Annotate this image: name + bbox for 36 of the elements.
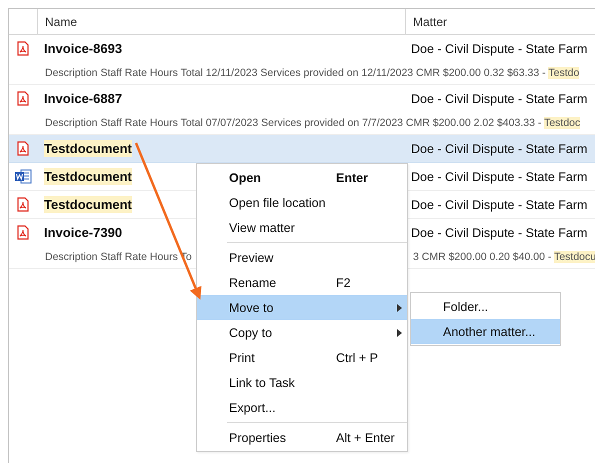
file-description: Description Staff Rate Hours Total 12/11/2023 Services provided on 12/11/2023 CMR $200.00 0.32 $63.33 - Testdo	[45, 67, 580, 79]
file-name: Invoice-6887	[44, 90, 122, 107]
file-name: Testdocument	[44, 140, 132, 157]
menu-item[interactable]: Rename F2	[197, 270, 407, 295]
pdf-file-icon	[17, 91, 29, 106]
pdf-file-icon	[17, 41, 29, 56]
menu-item[interactable]: Open Enter	[197, 165, 407, 190]
pdf-file-icon	[17, 197, 29, 212]
matter-name: Doe - Civil Dispute - State Farm	[410, 226, 588, 240]
menu-item[interactable]: View matter	[197, 215, 407, 240]
submenu-item[interactable]: Another matter...	[411, 319, 560, 344]
pdf-file-icon	[17, 141, 29, 156]
file-description: Description Staff Rate Hours Total 07/07/2023 Services provided on 7/7/2023 CMR $200.00 2.02 $403.33 - Testdoc	[45, 117, 580, 129]
word-file-icon	[14, 169, 32, 184]
menu-item[interactable]: Move to	[197, 295, 407, 320]
matter-name: Doe - Civil Dispute - State Farm	[410, 42, 588, 56]
matter-name: Doe - Civil Dispute - State Farm	[410, 92, 588, 106]
matter-name: Doe - Civil Dispute - State Farm	[410, 170, 588, 184]
selected-file-row[interactable]: Testdocument Doe - Civil Dispute - State Farm	[9, 135, 595, 163]
menu-item[interactable]: Export...	[197, 395, 407, 420]
file-name: Invoice-8693	[44, 40, 122, 57]
menu-item[interactable]: Copy to	[197, 320, 407, 345]
menu-item[interactable]: Preview	[197, 245, 407, 270]
pdf-file-icon	[17, 225, 29, 240]
menu-item[interactable]: Open file location	[197, 190, 407, 215]
column-header[interactable]: Name	[37, 9, 405, 34]
file-name: Testdocument	[44, 196, 132, 213]
matter-name: Doe - Civil Dispute - State Farm	[410, 142, 588, 156]
menu-item[interactable]: Link to Task	[197, 370, 407, 395]
file-name: Testdocument	[44, 168, 132, 185]
menu-item[interactable]: Properties Alt + Enter	[197, 425, 407, 450]
submenu-item[interactable]: Folder...	[411, 294, 560, 319]
matter-name: Doe - Civil Dispute - State Farm	[410, 198, 588, 212]
column-header[interactable]: Matter	[405, 9, 595, 34]
menu-item[interactable]: Print Ctrl + P	[197, 345, 407, 370]
file-name: Invoice-7390	[44, 224, 122, 241]
